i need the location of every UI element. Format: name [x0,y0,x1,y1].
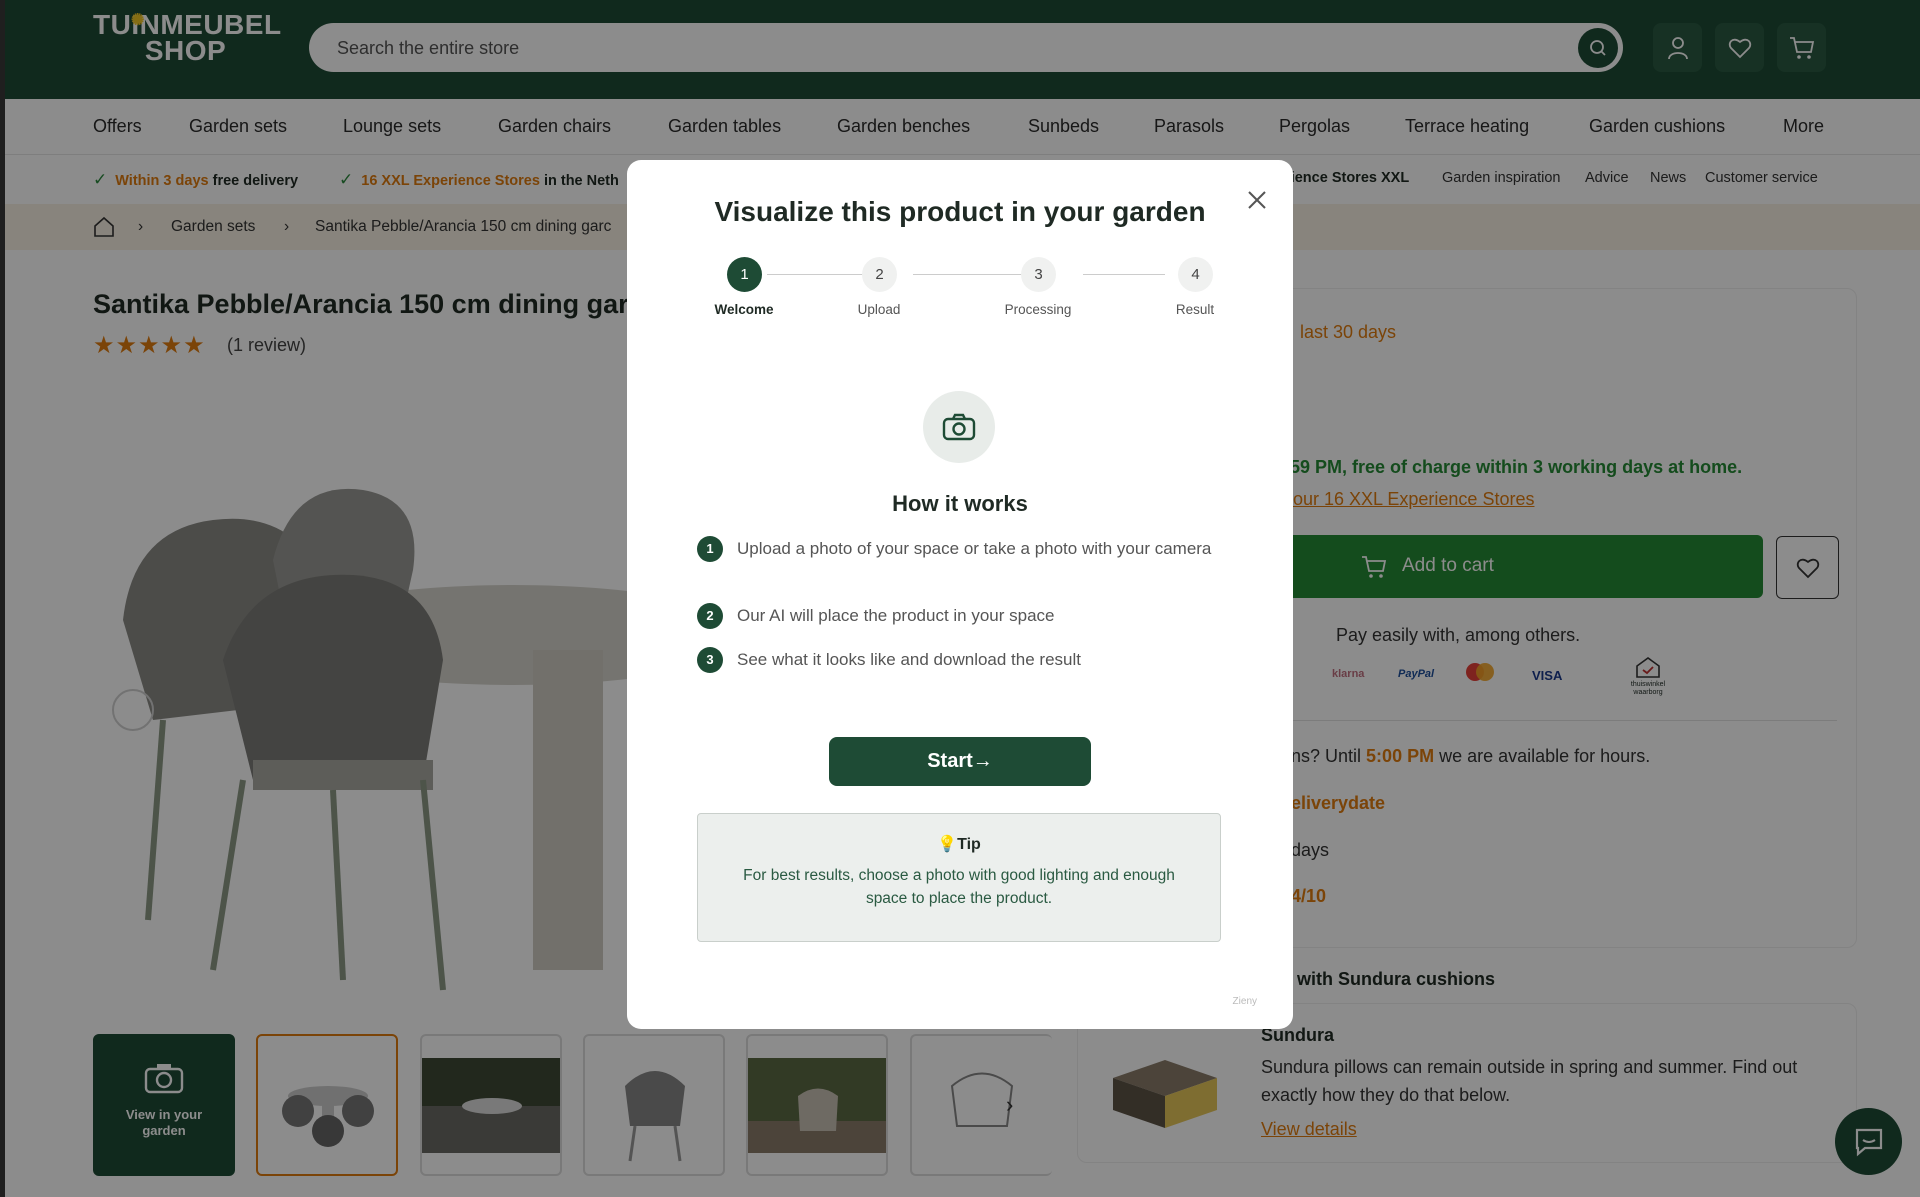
start-button[interactable]: Start→ [829,737,1091,786]
step-connector [1083,274,1165,275]
how-step-3-text: See what it looks like and download the … [737,650,1081,669]
visualize-modal: Visualize this product in your garden 1 … [627,160,1293,1029]
how-step-2-number: 2 [697,603,723,629]
how-step-1-text: Upload a photo of your space or take a p… [737,539,1212,558]
step-1-indicator: 1 [727,257,762,292]
step-3-indicator: 3 [1021,257,1056,292]
modal-title: Visualize this product in your garden [714,196,1206,227]
camera-icon [942,413,976,441]
step-4-indicator: 4 [1178,257,1213,292]
step-2-label: Upload [857,302,901,317]
how-step-1-number: 1 [697,536,723,562]
step-2-indicator: 2 [862,257,897,292]
step-3-label: Processing [1004,302,1072,317]
step-1-label: Welcome [714,302,774,317]
how-it-works-title: How it works [892,491,1028,516]
tip-body: For best results, choose a photo with go… [743,867,1175,907]
step-connector [913,274,1023,275]
how-step-2-text: Our AI will place the product in your sp… [737,606,1055,625]
how-step-3-number: 3 [697,647,723,673]
tip-box: 💡Tip For best results, choose a photo wi… [697,813,1221,942]
provider-logo: Zieny [1232,996,1257,1007]
tip-title: 💡Tip [937,836,981,853]
camera-badge [923,391,995,463]
step-4-label: Result [1175,302,1215,317]
close-icon[interactable] [1243,186,1271,214]
